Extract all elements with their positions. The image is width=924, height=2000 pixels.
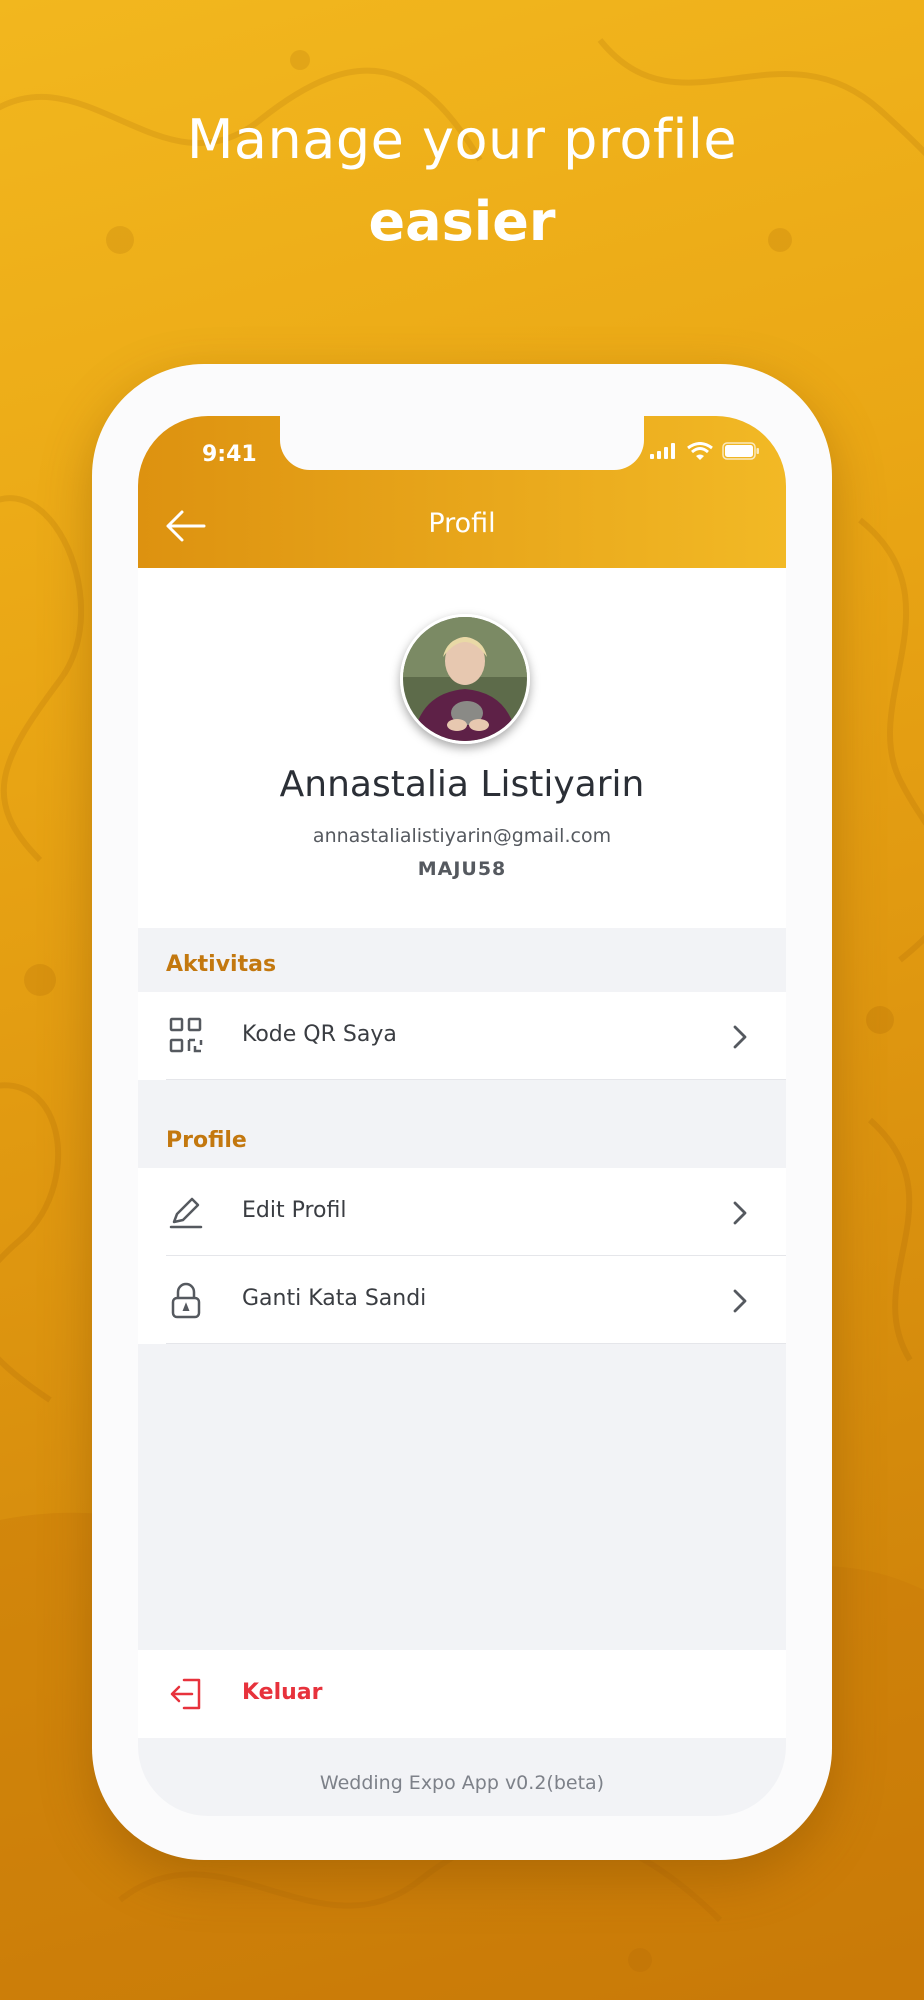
status-time: 9:41 bbox=[202, 442, 257, 467]
menu-item-label: Edit Profil bbox=[242, 1198, 347, 1223]
user-name: Annastalia Listiyarin bbox=[279, 764, 645, 805]
user-code: MAJU58 bbox=[417, 858, 507, 880]
promo-headline: Manage your profile bbox=[186, 108, 738, 171]
phone-notch bbox=[280, 416, 644, 470]
menu-item-ganti-kata-sandi[interactable]: Ganti Kata Sandi bbox=[138, 1256, 786, 1344]
avatar[interactable] bbox=[400, 614, 530, 744]
menu-item-label: Ganti Kata Sandi bbox=[242, 1286, 427, 1311]
avatar-photo bbox=[403, 617, 527, 741]
profile-card: Annastalia Listiyarin annastalialistiyar… bbox=[138, 568, 786, 928]
menu-item-edit-profil[interactable]: Edit Profil bbox=[138, 1168, 786, 1256]
chevron-right-icon bbox=[733, 1201, 747, 1225]
logout-label: Keluar bbox=[242, 1680, 323, 1705]
section-header-aktivitas: Aktivitas bbox=[138, 928, 786, 992]
menu-item-label: Kode QR Saya bbox=[242, 1022, 397, 1047]
app-bar: 9:41 Profil bbox=[138, 416, 786, 568]
logout-button[interactable]: Keluar bbox=[138, 1650, 786, 1738]
phone-frame: 9:41 Profil Annastalia Listiyarin annast… bbox=[92, 364, 832, 1860]
lock-icon bbox=[171, 1282, 201, 1319]
row-divider bbox=[166, 1343, 786, 1344]
status-icons bbox=[650, 442, 760, 460]
app-version: Wedding Expo App v0.2(beta) bbox=[319, 1772, 605, 1794]
pencil-icon bbox=[169, 1197, 203, 1229]
section-title: Profile bbox=[166, 1128, 247, 1153]
promo-headline-emphasis: easier bbox=[368, 190, 556, 253]
row-divider bbox=[166, 1079, 786, 1080]
user-email: annastalialistiyarin@gmail.com bbox=[312, 825, 612, 847]
logout-icon bbox=[170, 1678, 201, 1710]
qr-code-icon bbox=[169, 1017, 203, 1053]
signal-icon bbox=[650, 443, 675, 459]
wifi-icon bbox=[687, 442, 713, 460]
battery-icon bbox=[722, 442, 759, 460]
chevron-right-icon bbox=[733, 1289, 747, 1313]
page-title: Profil bbox=[428, 508, 496, 539]
section-header-profile: Profile bbox=[138, 1104, 786, 1168]
phone-screen: 9:41 Profil Annastalia Listiyarin annast… bbox=[138, 416, 786, 1816]
menu-item-kode-qr[interactable]: Kode QR Saya bbox=[138, 992, 786, 1080]
chevron-right-icon bbox=[733, 1025, 747, 1049]
section-title: Aktivitas bbox=[166, 952, 277, 977]
